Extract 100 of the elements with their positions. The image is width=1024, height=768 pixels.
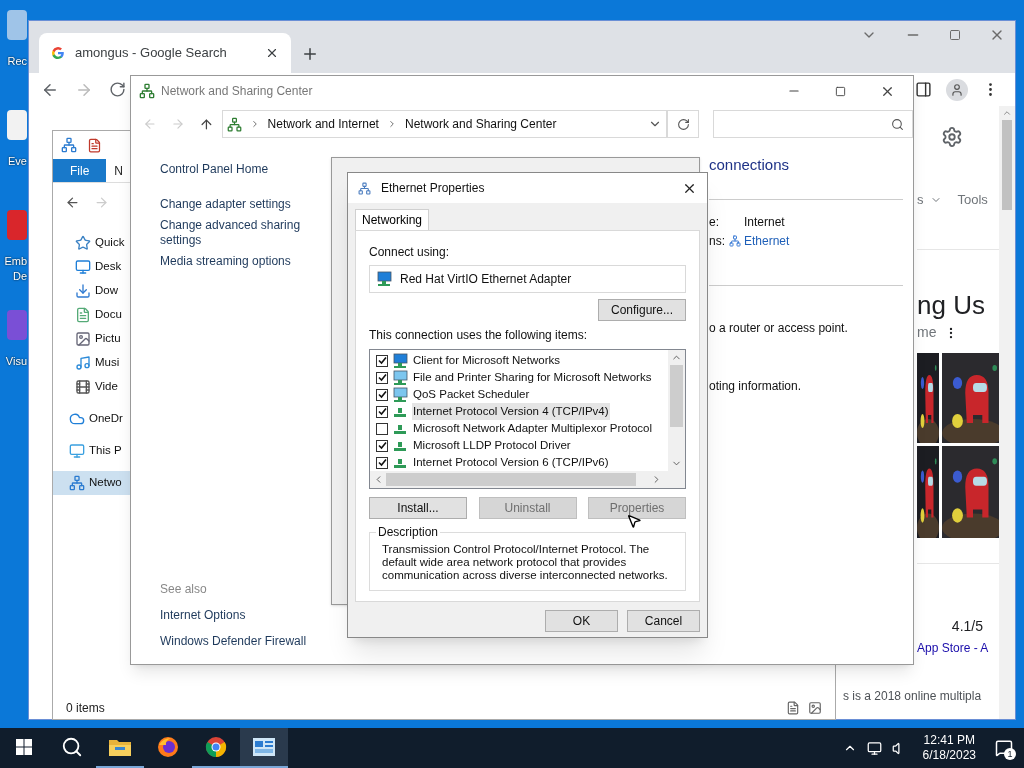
items-label: This connection uses the following items: — [369, 327, 589, 344]
info-label: ns: — [709, 232, 725, 250]
description-text: o a router or access point. — [709, 319, 849, 337]
adapter-field: Red Hat VirtIO Ethernet Adapter — [369, 265, 686, 293]
picture-icon — [75, 331, 91, 347]
settings-icon[interactable] — [941, 126, 963, 148]
list-item[interactable]: File and Printer Sharing for Microsoft Networks — [412, 368, 653, 387]
nav-item[interactable]: Desk — [53, 255, 131, 279]
list-item[interactable]: Client for Microsoft Networks — [412, 351, 561, 370]
large-icons-view-icon[interactable] — [808, 701, 822, 715]
close-icon[interactable] — [265, 46, 279, 60]
checkbox[interactable] — [376, 371, 388, 384]
source-link[interactable]: App Store - A — [917, 639, 999, 657]
search-field[interactable] — [712, 110, 913, 138]
connection-link[interactable]: Ethernet — [744, 231, 790, 250]
star-icon — [75, 235, 91, 251]
profile-icon[interactable] — [946, 78, 968, 101]
desktop-icon-label[interactable]: De — [12, 269, 27, 284]
checkbox[interactable] — [376, 439, 388, 452]
address-bar[interactable]: Network and Internet Network and Sharing Center — [221, 110, 668, 138]
horizontal-scrollbar[interactable] — [370, 471, 685, 488]
up-icon[interactable] — [198, 116, 214, 132]
maximize-icon[interactable] — [835, 85, 846, 97]
computer-icon — [392, 386, 408, 403]
breadcrumb-item[interactable]: Network and Sharing Center — [404, 115, 557, 133]
new-tab-icon[interactable] — [301, 45, 319, 63]
network-icon — [69, 475, 85, 491]
see-also-link[interactable]: Internet Options — [160, 606, 331, 624]
ribbon-tab[interactable]: File — [53, 159, 107, 182]
tab[interactable]: Networking — [355, 209, 430, 230]
see-also-heading: See also — [160, 581, 208, 598]
tools-button[interactable]: Tools — [957, 190, 988, 210]
desktop-icon-label[interactable]: Emb — [4, 254, 27, 269]
clock-time[interactable]: 12:41 PM — [923, 733, 975, 748]
browser-tab[interactable]: amongus - Google Search — [39, 33, 291, 73]
cancel-button[interactable]: Cancel — [627, 610, 700, 632]
nav-item[interactable]: Musi — [53, 351, 131, 375]
nav-item[interactable]: Docu — [53, 303, 131, 327]
checkbox[interactable] — [376, 456, 388, 469]
protocol-icon — [393, 439, 407, 452]
taskbar-button[interactable] — [240, 728, 288, 768]
action-button[interactable]: Install... — [369, 497, 467, 519]
ribbon-tab[interactable]: N — [106, 159, 131, 182]
desktop-icon-label[interactable]: Eve — [8, 154, 27, 169]
list-item[interactable]: QoS Packet Scheduler — [412, 385, 531, 404]
connect-using-label: Connect using: — [369, 244, 451, 261]
list-item[interactable]: Microsoft LLDP Protocol Driver — [412, 436, 572, 455]
scrollbar-thumb[interactable] — [1002, 120, 1012, 210]
list-item[interactable]: Internet Protocol Version 4 (TCP/IPv4) — [412, 402, 610, 421]
breadcrumb-item[interactable]: Network and Internet — [267, 115, 379, 133]
refresh-button[interactable] — [667, 110, 699, 138]
cloud-icon — [69, 411, 85, 427]
nav-item[interactable]: This P — [53, 439, 131, 463]
list-item[interactable]: Internet Protocol Version 6 (TCP/IPv6) — [412, 453, 610, 472]
checkbox[interactable] — [376, 388, 388, 401]
rating-text: 4.1/5 — [951, 617, 983, 636]
checkbox[interactable] — [376, 405, 388, 418]
side-panel-icon[interactable] — [915, 81, 932, 98]
checkbox[interactable] — [376, 354, 388, 367]
fox-globe-icon — [157, 736, 179, 758]
ok-button[interactable]: OK — [545, 610, 618, 632]
download-arrow-icon — [75, 283, 91, 299]
configure-button[interactable]: Configure... — [598, 299, 686, 321]
network-status-icon[interactable] — [866, 740, 882, 756]
vertical-scrollbar[interactable] — [668, 350, 685, 471]
cursor-icon — [626, 513, 642, 529]
windows-logo-icon — [16, 739, 32, 755]
nav-item[interactable]: Dow — [53, 279, 131, 303]
task-link[interactable]: Change advanced sharing settings — [160, 218, 331, 248]
see-also-link[interactable]: Windows Defender Firewall — [160, 632, 331, 650]
search-icon — [891, 117, 904, 131]
chrome-icon — [205, 736, 227, 758]
description-text: oting information. — [709, 377, 803, 395]
desktop-icon-label[interactable]: Rec — [7, 54, 27, 69]
heading-link[interactable]: connections — [709, 154, 913, 177]
nav-item[interactable]: OneDr — [53, 407, 131, 431]
desktop-icon-label[interactable]: Visu — [5, 354, 27, 369]
group-label: Description — [376, 525, 441, 540]
nav-item[interactable]: Quick — [53, 231, 131, 255]
notifications-icon[interactable] — [995, 739, 1013, 757]
checkbox[interactable] — [376, 422, 388, 435]
task-link[interactable]: Control Panel Home — [160, 162, 331, 177]
result-title: ng Us — [917, 290, 986, 320]
vertical-scrollbar[interactable] — [999, 106, 1015, 719]
network-icon — [61, 137, 77, 153]
nav-item[interactable]: Netwo — [53, 471, 131, 495]
task-link[interactable]: Change adapter settings — [160, 197, 331, 212]
filter-label[interactable]: s — [917, 190, 924, 210]
info-label: e: — [709, 213, 719, 231]
maximize-icon[interactable] — [949, 29, 961, 41]
task-link[interactable]: Media streaming options — [160, 254, 331, 269]
nav-item[interactable]: Vide — [53, 375, 131, 399]
reload-icon[interactable] — [109, 81, 126, 98]
protocol-icon — [393, 422, 407, 435]
clock-date[interactable]: 6/18/2023 — [922, 748, 976, 763]
list-item[interactable]: Microsoft Network Adapter Multiplexor Protocol — [412, 419, 654, 438]
document-icon — [75, 307, 91, 323]
notification-badge: 1 — [1004, 748, 1016, 760]
nav-item[interactable]: Pictu — [53, 327, 131, 351]
back-icon[interactable] — [65, 194, 80, 210]
